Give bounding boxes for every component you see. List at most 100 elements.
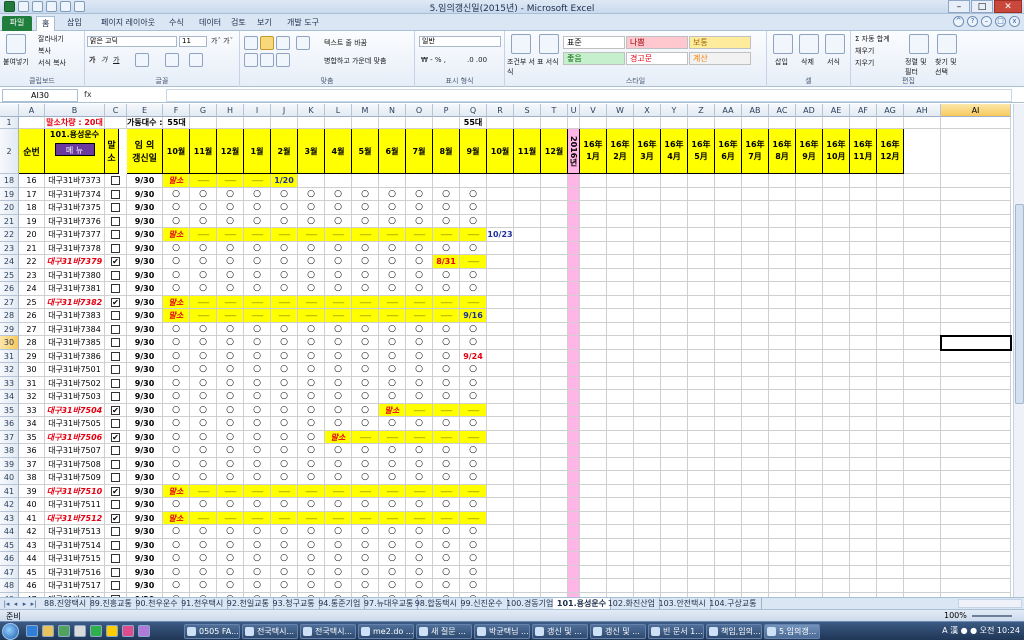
circle-mark[interactable]: ○ (406, 350, 433, 363)
circle-mark[interactable]: ○ (271, 525, 298, 539)
circle-mark[interactable]: ○ (325, 323, 352, 336)
sheet-tab[interactable]: 90.천우운수 (131, 598, 183, 609)
cell[interactable] (607, 215, 634, 228)
column-header[interactable]: R (487, 104, 514, 117)
cell[interactable] (796, 498, 823, 512)
cell[interactable] (715, 444, 742, 458)
malso-checkbox-cell[interactable] (105, 242, 127, 255)
malso-checkbox-cell[interactable] (105, 309, 127, 323)
row-number[interactable]: 38 (19, 471, 45, 485)
circle-mark[interactable]: ○ (379, 255, 406, 269)
cell[interactable] (904, 323, 941, 336)
circle-mark[interactable]: ○ (460, 471, 487, 485)
cell[interactable] (514, 566, 541, 579)
cell[interactable] (877, 579, 904, 593)
cell[interactable] (487, 323, 514, 336)
cell[interactable] (688, 377, 715, 390)
circle-mark[interactable]: ○ (244, 471, 271, 485)
circle-mark[interactable]: ○ (244, 255, 271, 269)
malso-checkbox[interactable] (111, 567, 120, 577)
format-cells-button[interactable]: 서식 (827, 57, 840, 67)
row-header[interactable]: 47 (0, 566, 19, 579)
cell[interactable] (823, 525, 850, 539)
align-middle-icon[interactable] (260, 36, 274, 50)
cell[interactable] (769, 242, 796, 255)
circle-mark[interactable]: ○ (460, 552, 487, 566)
dash-mark[interactable]: ------ (406, 228, 433, 242)
cell[interactable] (580, 444, 607, 458)
cell[interactable] (715, 296, 742, 309)
cell[interactable] (715, 282, 742, 296)
cell[interactable] (607, 431, 634, 444)
month-cell[interactable] (325, 174, 352, 188)
cell[interactable] (688, 390, 715, 404)
malso-checkbox[interactable] (111, 351, 120, 361)
cell[interactable] (904, 363, 941, 377)
cell[interactable] (850, 390, 877, 404)
ribbon-tab-6[interactable]: 검토 (226, 16, 251, 31)
circle-mark[interactable]: ○ (190, 336, 217, 350)
year-marker-cell[interactable] (568, 323, 580, 336)
cell[interactable] (769, 323, 796, 336)
circle-mark[interactable]: ○ (352, 188, 379, 201)
circle-mark[interactable]: ○ (271, 471, 298, 485)
font-name-select[interactable]: 맑은 고딕 (87, 36, 177, 47)
cell[interactable] (823, 444, 850, 458)
plate-number[interactable]: 대구31바7502 (45, 377, 105, 390)
cell[interactable] (796, 417, 823, 431)
malso-checkbox[interactable] (111, 540, 120, 550)
circle-mark[interactable]: ○ (325, 282, 352, 296)
circle-mark[interactable]: ○ (244, 188, 271, 201)
sheet-tab[interactable]: 97.뉴대우교통 (360, 598, 419, 609)
cell[interactable] (715, 404, 742, 417)
malso-checkbox-cell[interactable] (105, 525, 127, 539)
paste-icon[interactable] (6, 34, 26, 54)
cell[interactable] (541, 390, 568, 404)
row-header[interactable]: 43 (0, 512, 19, 525)
plate-number[interactable]: 대구31바7504 (45, 404, 105, 417)
header-month[interactable]: 4월 (325, 129, 352, 174)
malso-checkbox-cell[interactable] (105, 323, 127, 336)
cell[interactable] (742, 296, 769, 309)
find-select-icon[interactable] (937, 34, 957, 54)
row-header[interactable]: 23 (0, 242, 19, 255)
dash-mark[interactable]: ------ (406, 296, 433, 309)
circle-mark[interactable]: ○ (406, 188, 433, 201)
cell[interactable] (823, 228, 850, 242)
cell[interactable] (541, 404, 568, 417)
malso-checkbox-cell[interactable]: ✔ (105, 296, 127, 309)
vertical-scroll-thumb[interactable] (1015, 204, 1024, 404)
start-button[interactable] (2, 623, 19, 640)
circle-mark[interactable]: ○ (406, 417, 433, 431)
sheet-tab[interactable]: 93.청구교통 (269, 598, 320, 609)
circle-mark[interactable]: ○ (271, 404, 298, 417)
cell[interactable] (850, 525, 877, 539)
column-header[interactable]: V (580, 104, 607, 117)
italic-icon[interactable]: 가 (101, 55, 107, 65)
cell[interactable] (715, 431, 742, 444)
dash-mark[interactable]: ------ (433, 296, 460, 309)
circle-mark[interactable]: ○ (217, 566, 244, 579)
cell[interactable] (190, 117, 217, 129)
gadong-value-q[interactable]: 55대 (460, 117, 487, 129)
circle-mark[interactable]: ○ (379, 390, 406, 404)
malso-checkbox[interactable] (111, 554, 120, 563)
circle-mark[interactable]: ○ (298, 579, 325, 593)
plate-number[interactable]: 대구31바7515 (45, 552, 105, 566)
dash-mark[interactable]: ------ (190, 228, 217, 242)
circle-mark[interactable]: ○ (244, 539, 271, 552)
cell[interactable] (634, 498, 661, 512)
row-header[interactable]: 42 (0, 498, 19, 512)
cell[interactable] (688, 117, 715, 129)
renewal-date[interactable]: 9/30 (127, 525, 163, 539)
workbook-minimize-icon[interactable]: – (981, 16, 992, 27)
cell[interactable] (850, 323, 877, 336)
circle-mark[interactable]: ○ (163, 458, 190, 471)
circle-mark[interactable]: ○ (406, 471, 433, 485)
column-header[interactable]: I (244, 104, 271, 117)
cell[interactable] (941, 552, 1011, 566)
dash-mark[interactable]: ------ (379, 431, 406, 444)
circle-mark[interactable]: ○ (325, 579, 352, 593)
circle-mark[interactable]: ○ (325, 552, 352, 566)
cell[interactable] (823, 417, 850, 431)
